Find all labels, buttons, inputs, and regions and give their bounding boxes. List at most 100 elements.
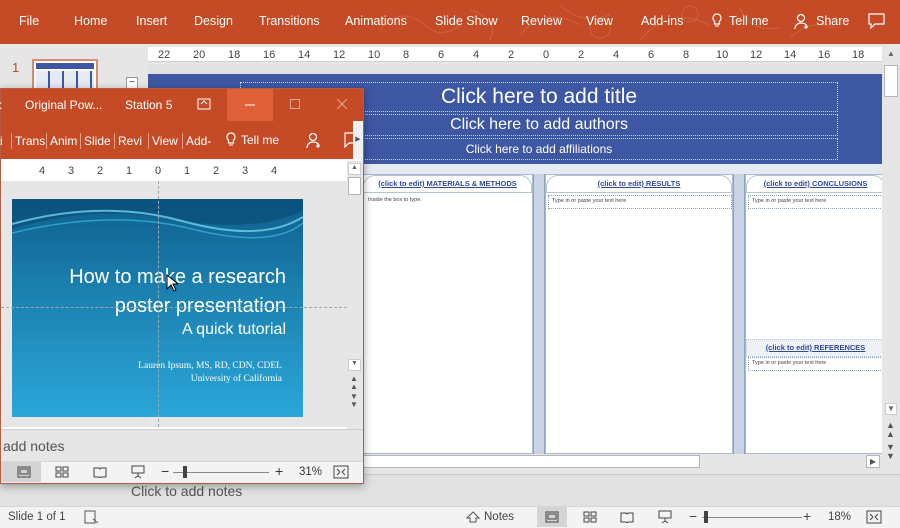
- reading-view-icon[interactable]: [620, 511, 634, 523]
- share-person-icon[interactable]: [794, 12, 810, 30]
- column-text[interactable]: Type in or paste your text here: [748, 195, 882, 209]
- tab-review[interactable]: Review: [521, 14, 562, 28]
- horizontal-guide[interactable]: [1, 307, 347, 308]
- notes-toggle-icon[interactable]: [466, 511, 480, 523]
- next-slide-icon[interactable]: ▼ ▼: [350, 393, 358, 409]
- horizontal-scrollbar[interactable]: ▶: [362, 454, 882, 470]
- slide-sorter-icon[interactable]: [55, 466, 69, 478]
- tab-review[interactable]: Revi: [114, 133, 147, 149]
- previous-slide-icon[interactable]: ▲ ▲: [886, 421, 895, 439]
- slide-sorter-icon[interactable]: [583, 511, 597, 523]
- notes-toggle-button[interactable]: Notes: [484, 511, 514, 523]
- zoom-in-icon[interactable]: +: [803, 508, 811, 524]
- menu-glyph: :: [0, 98, 2, 112]
- column-conclusions[interactable]: (click to edit) CONCLUSIONS Type in or p…: [745, 174, 882, 454]
- zoom-slider-handle[interactable]: [183, 466, 187, 478]
- ruler-label: 8: [683, 49, 690, 61]
- fit-to-window-icon[interactable]: [333, 465, 349, 479]
- slide-subtitle[interactable]: A quick tutorial: [32, 321, 286, 339]
- tab-home[interactable]: Home: [74, 14, 107, 28]
- tab-add-ins[interactable]: Add-ins: [641, 14, 683, 28]
- normal-view-button[interactable]: [1, 462, 41, 482]
- ruler-label: 18: [228, 49, 241, 61]
- scroll-thumb[interactable]: [348, 177, 361, 195]
- zoom-slider-handle[interactable]: [704, 511, 708, 523]
- vertical-guide[interactable]: [158, 181, 159, 427]
- tab-file[interactable]: File: [19, 14, 39, 28]
- tab-view[interactable]: View: [586, 14, 613, 28]
- zoom-slider-track[interactable]: [173, 472, 269, 473]
- column-text[interactable]: Type in or paste your text here: [548, 195, 732, 209]
- tell-me-search[interactable]: Tell me: [241, 133, 279, 147]
- share-button[interactable]: Share: [816, 14, 849, 28]
- scroll-down-icon[interactable]: ▼: [348, 359, 361, 371]
- zoom-slider-track[interactable]: [702, 517, 802, 518]
- zoom-out-icon[interactable]: −: [161, 463, 169, 479]
- horizontal-ruler: 22 20 18 16 14 12 10 8 6 4 2 0 2 4 6 8 1…: [148, 47, 882, 62]
- tab-add-ins[interactable]: Add-: [182, 133, 212, 149]
- window2-titlebar[interactable]: : Original Pow... Station 5: [0, 89, 363, 121]
- scroll-up-icon[interactable]: ▲: [348, 163, 361, 175]
- ruler-label: 10: [716, 49, 729, 61]
- tab-animations[interactable]: Anim: [46, 133, 79, 149]
- tab-transitions[interactable]: Trans: [11, 133, 45, 149]
- column-materials-methods[interactable]: (click to edit) MATERIALS & METHODS Insi…: [363, 174, 533, 454]
- slide-affiliation[interactable]: University of California: [32, 374, 282, 384]
- normal-view-button[interactable]: [537, 507, 567, 527]
- zoom-out-icon[interactable]: −: [689, 508, 697, 524]
- next-slide-icon[interactable]: ▼ ▼: [886, 443, 895, 461]
- scroll-up-icon[interactable]: ▲: [885, 49, 897, 61]
- tell-me-search[interactable]: Tell me: [729, 14, 769, 28]
- lightbulb-icon: [711, 12, 723, 30]
- previous-slide-icon[interactable]: ▲ ▲: [350, 375, 358, 391]
- slideshow-icon[interactable]: [657, 510, 673, 524]
- fit-to-window-icon[interactable]: [866, 510, 882, 524]
- window2-notes-pane[interactable]: add notes: [1, 429, 363, 461]
- ruler-label: 6: [438, 49, 445, 61]
- tab-animations[interactable]: Animations: [345, 14, 407, 28]
- ruler-label: 0: [155, 165, 162, 177]
- vertical-scrollbar[interactable]: ▲ ▼ ▲ ▲ ▼ ▼: [882, 47, 900, 471]
- zoom-level[interactable]: 18%: [828, 511, 851, 523]
- ruler-label: 3: [68, 165, 75, 177]
- comments-icon[interactable]: [868, 13, 886, 29]
- column-header[interactable]: (click to edit) RESULTS: [546, 175, 732, 193]
- column-text[interactable]: Inside the box to type.: [365, 195, 532, 209]
- window2-status-bar: − + 31%: [1, 461, 363, 483]
- tab-design[interactable]: Design: [194, 14, 233, 28]
- scroll-right-icon[interactable]: ▶: [866, 455, 880, 468]
- tab-slide-show[interactable]: Slide: [80, 133, 113, 149]
- secondary-window[interactable]: : Original Pow... Station 5 i Trans Anim…: [0, 88, 364, 484]
- slide-title[interactable]: How to make a research poster presentati…: [32, 263, 286, 321]
- slideshow-icon[interactable]: [130, 465, 146, 479]
- hscroll-thumb[interactable]: [362, 455, 700, 468]
- main-ribbon: File Home Insert Design Transitions Anim…: [0, 0, 900, 44]
- tab-transitions[interactable]: Transitions: [259, 14, 320, 28]
- share-person-icon[interactable]: [306, 131, 322, 149]
- column-results[interactable]: (click to edit) RESULTS Type in or paste…: [545, 174, 733, 454]
- minimize-button[interactable]: [227, 89, 273, 121]
- reading-view-icon[interactable]: [93, 466, 107, 478]
- slide-author[interactable]: Lauren Ipsum, MS, RD, CDN, CDEL: [32, 361, 282, 371]
- slide-thumbnail[interactable]: [32, 59, 98, 91]
- window2-vscroll[interactable]: ▲ ▼ ▲ ▲ ▼ ▼: [347, 161, 363, 429]
- ribbon-display-icon[interactable]: [197, 98, 211, 110]
- notes-placeholder[interactable]: Click to add notes: [131, 483, 242, 499]
- close-icon[interactable]: [337, 99, 347, 109]
- column-header[interactable]: (click to edit) MATERIALS & METHODS: [363, 175, 532, 193]
- scroll-down-icon[interactable]: ▼: [885, 403, 897, 415]
- maximize-icon[interactable]: [290, 99, 300, 109]
- tab-slide-show[interactable]: Slide Show: [435, 14, 498, 28]
- column-header[interactable]: (click to edit) CONCLUSIONS: [746, 175, 882, 193]
- notes-placeholder[interactable]: add notes: [3, 438, 65, 454]
- zoom-level[interactable]: 31%: [299, 466, 322, 478]
- references-header[interactable]: (click to edit) REFERENCES: [746, 339, 882, 357]
- tab-truncated[interactable]: i: [0, 133, 9, 149]
- tab-view[interactable]: View: [148, 133, 181, 149]
- ribbon-scroll-right-icon[interactable]: ▶: [353, 121, 363, 159]
- spelling-check-icon[interactable]: [84, 510, 100, 524]
- zoom-in-icon[interactable]: +: [275, 463, 283, 479]
- references-text[interactable]: Type in or paste your text here: [748, 357, 882, 371]
- tab-insert[interactable]: Insert: [136, 14, 167, 28]
- scroll-thumb[interactable]: [884, 65, 898, 97]
